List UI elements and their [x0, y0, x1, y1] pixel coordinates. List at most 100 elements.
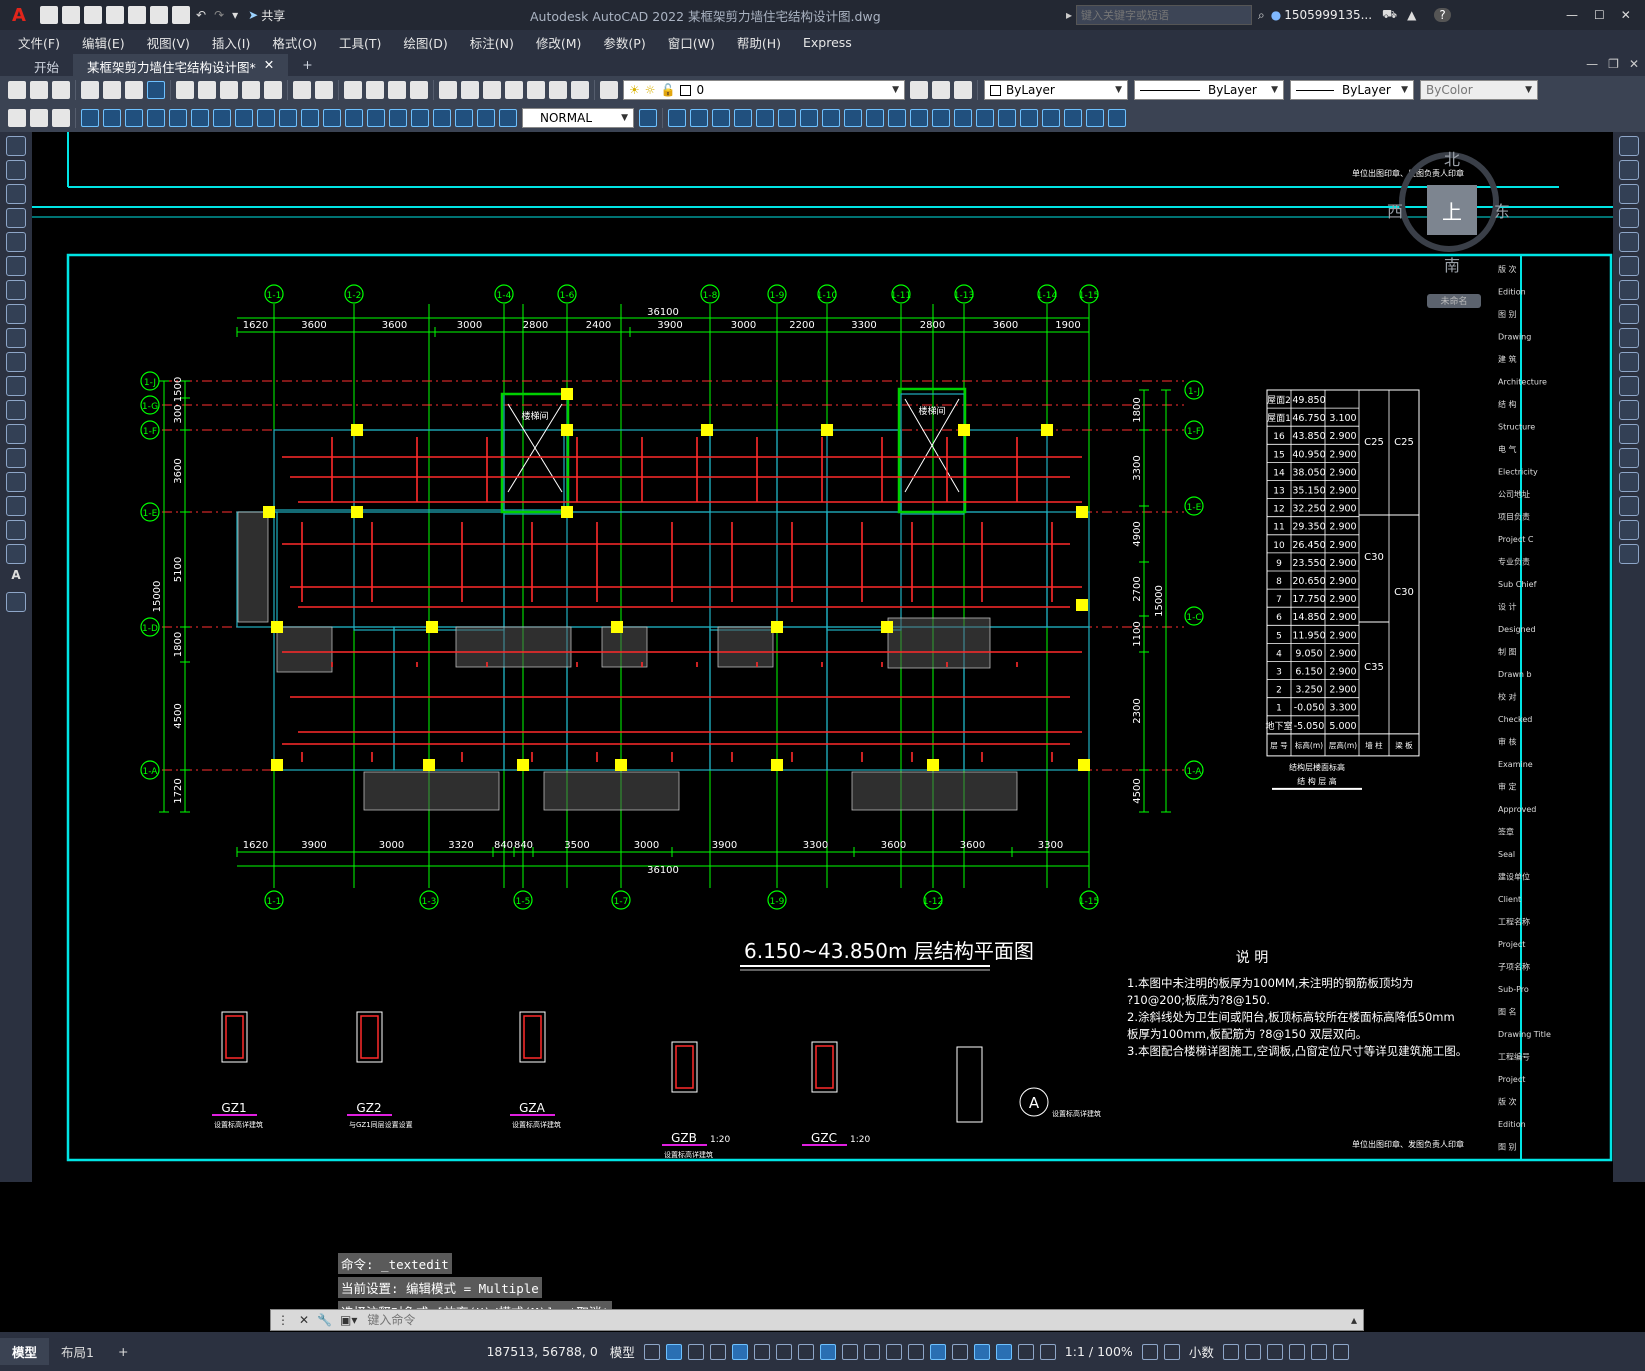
gizmo-icon[interactable] [973, 1343, 990, 1360]
close-command-icon[interactable]: ✕ [295, 1313, 313, 1327]
undo-icon[interactable]: ↶ [196, 8, 206, 22]
ellipse-arc-icon[interactable] [6, 376, 26, 396]
dim-diameter-icon[interactable] [213, 109, 231, 127]
grip-icon[interactable]: ⋮ [271, 1313, 295, 1327]
dim-jogged-icon[interactable] [191, 109, 209, 127]
dim-radius-icon[interactable] [169, 109, 187, 127]
break-icon[interactable] [1619, 424, 1639, 444]
viewcube-east[interactable]: 东 [1494, 198, 1510, 222]
qnew-icon[interactable] [8, 81, 26, 99]
mtext-icon[interactable]: A [6, 568, 26, 588]
dim-angular-icon[interactable] [235, 109, 253, 127]
undo-icon[interactable] [293, 81, 311, 99]
join-icon[interactable] [976, 109, 994, 127]
spline-icon[interactable] [6, 328, 26, 348]
user-icon[interactable]: ● [1271, 8, 1281, 22]
menu-item[interactable]: 标注(N) [459, 33, 525, 52]
graphics-performance-icon[interactable] [1288, 1343, 1305, 1360]
annotation-scale-icon[interactable] [1039, 1343, 1056, 1360]
3d-print-icon[interactable] [147, 81, 165, 99]
model-space-button[interactable]: 模型 [604, 1342, 641, 1361]
region-icon[interactable] [6, 520, 26, 540]
menu-item[interactable]: 文件(F) [7, 33, 71, 52]
close-tab-icon[interactable]: ✕ [264, 57, 274, 73]
paste-icon[interactable] [220, 81, 238, 99]
clean-screen-icon[interactable] [1310, 1343, 1327, 1360]
command-scroll-icon[interactable]: ▴ [1345, 1313, 1363, 1327]
zoom-window-icon[interactable] [388, 81, 406, 99]
inspection-icon[interactable] [411, 109, 429, 127]
viewcube-south[interactable]: 南 [1444, 252, 1460, 276]
grid-icon[interactable] [643, 1343, 660, 1360]
copy-icon[interactable] [1619, 160, 1639, 180]
color-dropdown[interactable]: ByLayer ▼ [984, 80, 1128, 100]
block-icon[interactable] [1086, 109, 1104, 127]
3d-osnap-icon[interactable] [907, 1343, 924, 1360]
scale-icon[interactable] [756, 109, 774, 127]
explode-icon[interactable] [932, 109, 950, 127]
plot-icon[interactable] [81, 81, 99, 99]
recent-commands-icon[interactable]: ▣▾ [336, 1313, 361, 1327]
user-name[interactable]: 1505999135... [1284, 8, 1372, 22]
wcs-menu[interactable]: 未命名 [1427, 294, 1481, 308]
text-style-icon[interactable] [30, 109, 48, 127]
offset-icon[interactable] [1619, 208, 1639, 228]
table-icon[interactable] [6, 544, 26, 564]
dim-continue-icon[interactable] [301, 109, 319, 127]
menu-item[interactable]: 修改(M) [525, 33, 593, 52]
customization-icon[interactable] [1332, 1343, 1349, 1360]
dim-baseline-icon[interactable] [279, 109, 297, 127]
dim-arc-icon[interactable] [125, 109, 143, 127]
quick-properties-icon[interactable] [1222, 1343, 1239, 1360]
new-tab-button[interactable]: + [288, 54, 326, 76]
tab-start[interactable]: 开始 [20, 54, 73, 76]
fillet-icon[interactable] [888, 109, 906, 127]
selection-cycling-icon[interactable] [885, 1343, 902, 1360]
share-icon[interactable]: ➤ [248, 8, 258, 22]
cart-icon[interactable]: ⛟ [1382, 7, 1397, 23]
rotate-icon[interactable] [1619, 280, 1639, 300]
edit-text-icon[interactable] [8, 109, 26, 127]
move-icon[interactable] [668, 109, 686, 127]
hatch-icon[interactable] [1020, 109, 1038, 127]
dim-edit-icon[interactable] [455, 109, 473, 127]
autodesk-a360-icon[interactable]: ▲ [1407, 8, 1416, 22]
center-mark-icon[interactable] [389, 109, 407, 127]
customize-command-icon[interactable]: 🔧 [313, 1313, 336, 1327]
transparency-icon[interactable] [863, 1343, 880, 1360]
design-center-icon[interactable] [461, 81, 479, 99]
dim-space-icon[interactable] [323, 109, 341, 127]
markup-icon[interactable] [527, 81, 545, 99]
cut-icon[interactable] [176, 81, 194, 99]
open-icon[interactable] [30, 81, 48, 99]
extend-icon[interactable] [1619, 376, 1639, 396]
quick-dim-icon[interactable] [257, 109, 275, 127]
array-icon[interactable] [1619, 232, 1639, 252]
tool-palettes-icon[interactable] [483, 81, 501, 99]
jogged-linear-icon[interactable] [433, 109, 451, 127]
maximize-button[interactable]: ☐ [1594, 8, 1605, 22]
mirror-icon[interactable] [1619, 184, 1639, 204]
save-icon[interactable] [52, 81, 70, 99]
make-block-icon[interactable] [6, 424, 26, 444]
xline-icon[interactable] [6, 160, 26, 180]
tab-drawing[interactable]: 某框架剪力墙住宅结构设计图* ✕ [73, 54, 289, 76]
dim-style-icon[interactable] [639, 109, 657, 127]
stretch-icon[interactable] [1619, 328, 1639, 348]
find-text-icon[interactable] [52, 109, 70, 127]
workspace-gear-icon[interactable] [1141, 1343, 1158, 1360]
layer-dropdown[interactable]: ☀ ☼ 🔓 0 ▼ [623, 80, 905, 100]
dim-text-edit-icon[interactable] [477, 109, 495, 127]
plotstyle-dropdown[interactable]: ByColor ▼ [1420, 80, 1538, 100]
lock-ui-icon[interactable] [1244, 1343, 1261, 1360]
doc-minimize-button[interactable]: — [1586, 57, 1598, 71]
redo-icon[interactable]: ↷ [214, 8, 224, 22]
layer-properties-icon[interactable] [600, 81, 618, 99]
preview-icon[interactable] [103, 81, 121, 99]
search-input[interactable] [1076, 5, 1253, 25]
snap-icon[interactable] [665, 1343, 682, 1360]
units-value[interactable]: 小数 [1183, 1342, 1220, 1361]
save-icon[interactable] [84, 6, 102, 24]
erase-icon[interactable] [1619, 136, 1639, 156]
copy-icon[interactable] [198, 81, 216, 99]
